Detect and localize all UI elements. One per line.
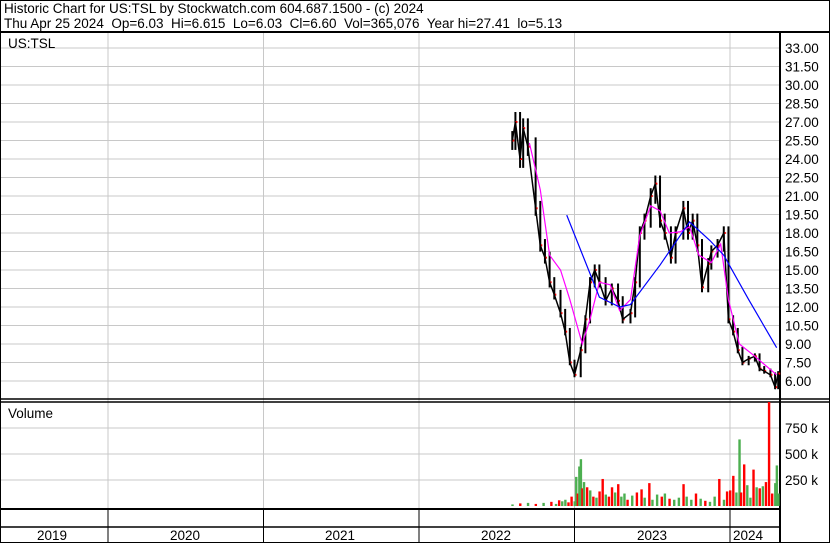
volume-bar	[677, 497, 681, 506]
volume-bar	[585, 487, 589, 506]
volume-bar	[668, 498, 671, 506]
outer-border	[0, 0, 830, 543]
volume-bar	[651, 499, 654, 506]
volume-bar	[729, 490, 732, 506]
volume-bar	[758, 488, 761, 506]
volume-bar	[718, 478, 721, 506]
volume-bar	[631, 495, 634, 506]
volume-bar	[554, 503, 558, 506]
volume-bar	[660, 496, 663, 506]
volume-bar	[699, 498, 702, 506]
volume-bar	[601, 478, 604, 506]
volume-bar	[735, 492, 738, 506]
volume-bar	[610, 487, 614, 506]
price-tick-label: 22.50	[785, 170, 819, 185]
volume-bar	[511, 504, 514, 506]
symbol-label: US:TSL	[8, 36, 56, 51]
volume-bar	[557, 500, 561, 506]
volume-bar	[685, 496, 688, 506]
volume-tick-label: 500 k	[785, 447, 818, 462]
volume-bar	[564, 499, 567, 506]
volume-bar	[732, 475, 735, 506]
volume-bar	[655, 494, 659, 506]
volume-bar	[592, 496, 595, 506]
volume-bar	[582, 482, 586, 506]
volume-bar	[755, 487, 758, 506]
price-tick-label: 16.50	[785, 244, 819, 259]
volume-bar	[598, 491, 601, 506]
volume-bar	[561, 501, 564, 506]
price-tick-label: 15.00	[785, 263, 819, 278]
volume-label: Volume	[8, 406, 53, 421]
volume-tick-label: 250 k	[785, 473, 818, 488]
price-tick-label: 28.50	[785, 96, 819, 111]
price-tick-label: 33.00	[785, 41, 819, 56]
volume-bar	[635, 492, 639, 506]
price-tick-label: 12.00	[785, 300, 819, 315]
volume-bar	[526, 502, 530, 506]
price-tick-label: 25.50	[785, 133, 819, 148]
volume-bar	[742, 464, 746, 506]
volume-bar	[534, 503, 538, 506]
volume-bar	[643, 497, 646, 506]
price-tick-label: 7.50	[785, 355, 811, 370]
volume-bar	[764, 482, 768, 506]
volume-bar	[589, 490, 592, 506]
volume-bar	[570, 496, 573, 506]
volume-bar	[607, 496, 611, 506]
volume-bar	[604, 494, 607, 506]
price-tick-label: 9.00	[785, 337, 811, 352]
volume-bar	[725, 491, 729, 506]
price-tick-label: 19.50	[785, 207, 819, 222]
volume-bar	[752, 469, 755, 506]
volume-bar	[713, 496, 716, 506]
volume-tick-label: 750 k	[785, 421, 818, 436]
price-tick-label: 6.00	[785, 374, 811, 389]
year-label: 2022	[481, 528, 511, 543]
price-tick-label: 27.00	[785, 115, 819, 130]
volume-bar	[626, 499, 629, 506]
volume-bar	[648, 483, 651, 506]
chart-svg: US:TSL Volume 33.00 31.50 30.00 28.50 27.00 2…	[0, 0, 830, 543]
stock-chart: Historic Chart for US:TSL by Stockwatch.…	[0, 0, 830, 543]
volume-bar	[767, 402, 771, 506]
price-tick-label: 10.50	[785, 318, 819, 333]
year-label: 2020	[170, 528, 200, 543]
volume-bar	[567, 502, 570, 506]
price-tick-label: 31.50	[785, 59, 819, 74]
volume-bar	[690, 499, 693, 506]
volume-bar	[708, 501, 712, 506]
volume-bar	[739, 492, 743, 506]
volume-bar	[682, 484, 685, 506]
year-label: 2023	[637, 528, 667, 543]
volume-bar	[617, 484, 620, 506]
price-tick-label: 21.00	[785, 189, 819, 204]
year-label: 2024	[733, 528, 764, 543]
volume-bar	[620, 496, 623, 506]
price-tick-label: 13.50	[785, 281, 819, 296]
volume-bar	[704, 500, 707, 506]
price-tick-label: 30.00	[785, 78, 819, 93]
volume-bar	[749, 497, 752, 506]
volume-bar	[613, 492, 617, 506]
volume-bar	[777, 493, 780, 506]
volume-bar	[550, 501, 553, 506]
volume-bar	[519, 503, 522, 506]
volume-bar	[542, 502, 545, 506]
volume-bar	[623, 493, 626, 506]
price-tick-label: 18.00	[785, 226, 819, 241]
volume-bar	[673, 499, 676, 506]
volume-bar	[770, 493, 774, 506]
volume-bar	[640, 489, 643, 506]
year-label: 2019	[37, 528, 67, 543]
volume-bar	[761, 486, 765, 506]
volume-bar	[663, 493, 667, 506]
price-tick-label: 24.00	[785, 152, 819, 167]
volume-bar	[722, 499, 726, 506]
volume-bar	[746, 485, 749, 506]
volume-bar	[694, 493, 698, 506]
year-label: 2021	[325, 528, 355, 543]
volume-bar	[595, 497, 598, 506]
